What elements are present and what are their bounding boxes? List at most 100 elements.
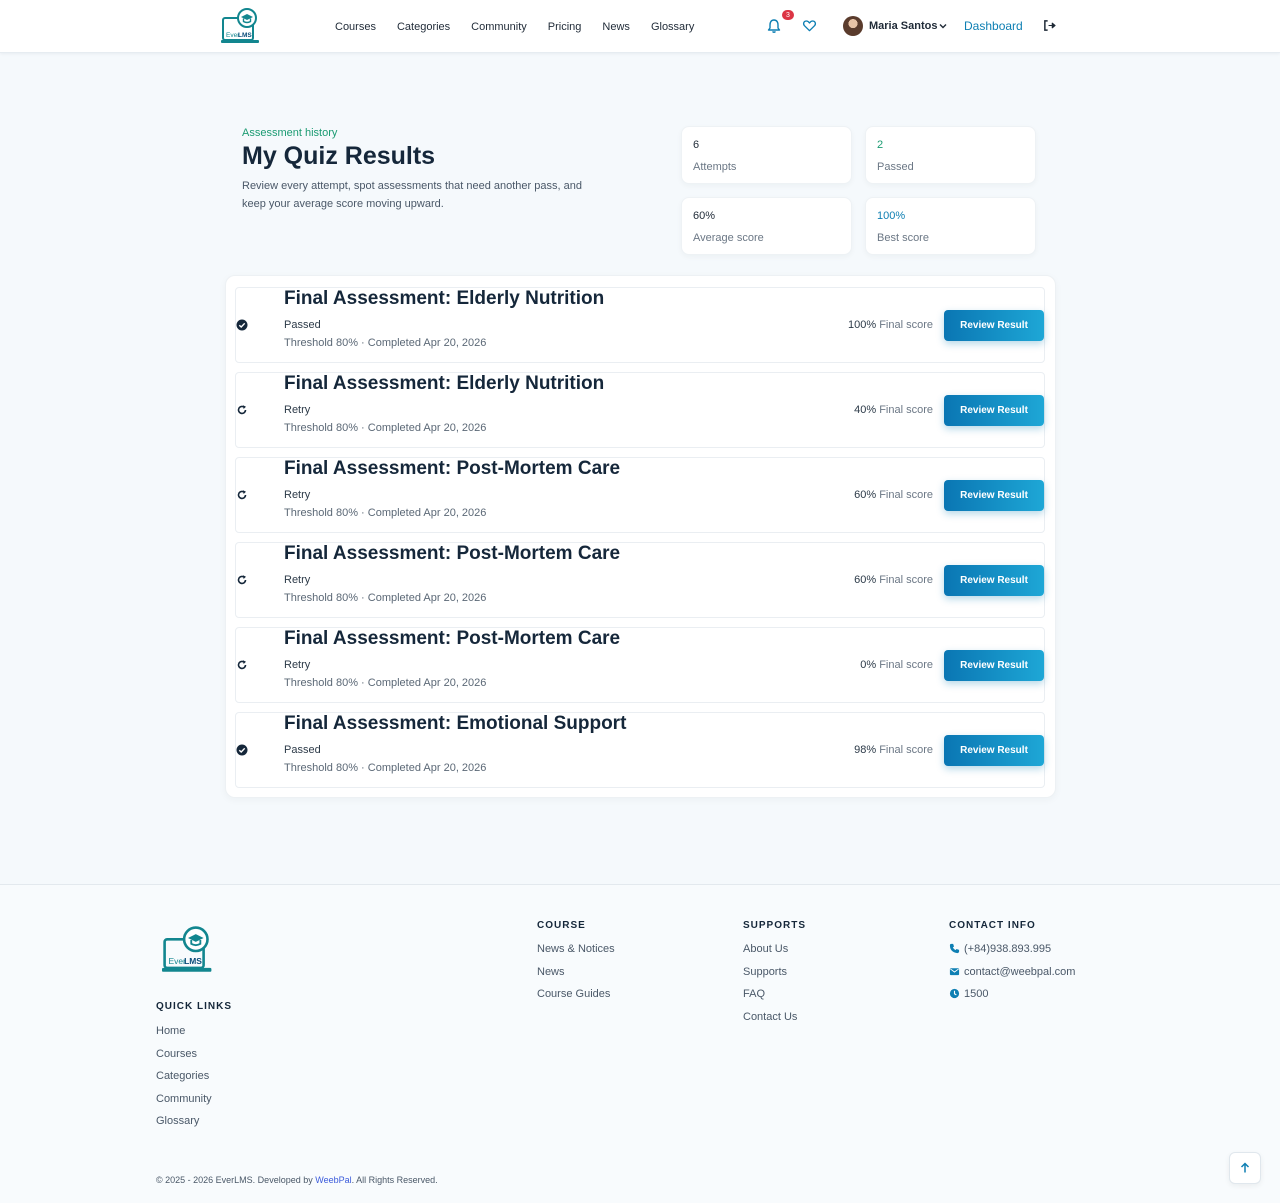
score-label: Final score bbox=[879, 659, 933, 671]
contact-hours: 1500 bbox=[949, 986, 1075, 1009]
nav-courses[interactable]: Courses bbox=[335, 21, 376, 33]
score-value: 100% bbox=[848, 319, 877, 331]
score-label: Final score bbox=[879, 319, 933, 331]
review-result-button[interactable]: Review Result bbox=[944, 310, 1044, 341]
review-result-button[interactable]: Review Result bbox=[944, 565, 1044, 596]
svg-text:LMS: LMS bbox=[238, 32, 252, 39]
result-meta: Threshold 80% · Completed Apr 20, 2026 bbox=[284, 337, 487, 349]
stat-value: 60% bbox=[693, 210, 716, 222]
score-label: Final score bbox=[879, 744, 933, 756]
nav-pricing[interactable]: Pricing bbox=[548, 21, 582, 33]
score-value: 60% bbox=[854, 489, 877, 501]
footer-link-courses[interactable]: Courses bbox=[156, 1046, 212, 1069]
footer-link-news-notices[interactable]: News & Notices bbox=[537, 941, 615, 964]
arrow-up-icon bbox=[1240, 1162, 1250, 1173]
result-score: 100% Final score bbox=[848, 319, 933, 331]
copyright: © 2025 - 2026 EverLMS. Developed by Weeb… bbox=[156, 1175, 438, 1185]
retry-icon bbox=[237, 490, 247, 500]
result-meta: Threshold 80% · Completed Apr 20, 2026 bbox=[284, 592, 487, 604]
footer-link-supports[interactable]: Supports bbox=[743, 964, 797, 987]
result-row: Final Assessment: Elderly Nutrition Retr… bbox=[235, 372, 1045, 448]
footer-link-home[interactable]: Home bbox=[156, 1023, 212, 1046]
result-score: 0% Final score bbox=[860, 659, 933, 671]
review-result-button[interactable]: Review Result bbox=[944, 480, 1044, 511]
stat-passed: 2 Passed bbox=[865, 126, 1036, 184]
check-circle-icon bbox=[236, 319, 248, 331]
result-row: Final Assessment: Emotional Support Pass… bbox=[235, 712, 1045, 788]
stat-label: Average score bbox=[693, 232, 764, 244]
stat-label: Best score bbox=[877, 232, 929, 244]
nav-community[interactable]: Community bbox=[471, 21, 527, 33]
nav-news[interactable]: News bbox=[602, 21, 630, 33]
footer-link-contact-us[interactable]: Contact Us bbox=[743, 1009, 797, 1032]
review-result-button[interactable]: Review Result bbox=[944, 735, 1044, 766]
result-meta: Threshold 80% · Completed Apr 20, 2026 bbox=[284, 422, 487, 434]
retry-icon bbox=[237, 660, 247, 670]
result-row: Final Assessment: Post-Mortem Care Retry… bbox=[235, 542, 1045, 618]
result-score: 60% Final score bbox=[854, 574, 933, 586]
footer-link-course-guides[interactable]: Course Guides bbox=[537, 986, 615, 1009]
result-row: Final Assessment: Post-Mortem Care Retry… bbox=[235, 457, 1045, 533]
result-row: Final Assessment: Elderly Nutrition Pass… bbox=[235, 287, 1045, 363]
result-status: Passed bbox=[284, 319, 321, 331]
result-meta: Threshold 80% · Completed Apr 20, 2026 bbox=[284, 507, 487, 519]
stat-label: Attempts bbox=[693, 161, 737, 173]
contact-email[interactable]: contact@weebpal.com bbox=[949, 964, 1075, 987]
result-title: Final Assessment: Elderly Nutrition bbox=[284, 288, 605, 309]
nav-categories[interactable]: Categories bbox=[397, 21, 450, 33]
quick-links-heading: QUICK LINKS bbox=[156, 1001, 232, 1012]
result-meta: Threshold 80% · Completed Apr 20, 2026 bbox=[284, 677, 487, 689]
result-meta: Threshold 80% · Completed Apr 20, 2026 bbox=[284, 762, 487, 774]
stat-best-score: 100% Best score bbox=[865, 197, 1036, 255]
stat-label: Passed bbox=[877, 161, 914, 173]
nav-glossary[interactable]: Glossary bbox=[651, 21, 694, 33]
chevron-down-icon[interactable] bbox=[938, 21, 948, 31]
footer-link-community[interactable]: Community bbox=[156, 1091, 212, 1114]
result-title: Final Assessment: Elderly Nutrition bbox=[284, 373, 605, 394]
everlms-logo[interactable]: Ever LMS bbox=[221, 8, 261, 46]
score-value: 40% bbox=[854, 404, 877, 416]
stat-value: 6 bbox=[693, 139, 700, 151]
review-result-button[interactable]: Review Result bbox=[944, 395, 1044, 426]
clock-icon bbox=[949, 989, 960, 999]
footer-link-glossary[interactable]: Glossary bbox=[156, 1113, 212, 1136]
weebpal-link[interactable]: WeebPal bbox=[315, 1175, 351, 1185]
result-title: Final Assessment: Post-Mortem Care bbox=[284, 458, 621, 479]
result-title: Final Assessment: Post-Mortem Care bbox=[284, 543, 621, 564]
result-status: Retry bbox=[284, 659, 311, 671]
logout-icon[interactable] bbox=[1043, 19, 1056, 32]
supports-links-list: About Us Supports FAQ Contact Us bbox=[743, 941, 797, 1031]
retry-icon bbox=[237, 405, 247, 415]
footer-link-faq[interactable]: FAQ bbox=[743, 986, 797, 1009]
copyright-prefix: © 2025 - 2026 EverLMS. Developed by bbox=[156, 1175, 313, 1185]
footer-link-about-us[interactable]: About Us bbox=[743, 941, 797, 964]
review-result-button[interactable]: Review Result bbox=[944, 650, 1044, 681]
contact-info-list: (+84)938.893.995 contact@weebpal.com 150… bbox=[949, 941, 1075, 1009]
footer-link-news[interactable]: News bbox=[537, 964, 615, 987]
main-nav: Courses Categories Community Pricing New… bbox=[335, 0, 715, 53]
result-status: Retry bbox=[284, 404, 311, 416]
everlms-footer-logo[interactable]: Ever LMS bbox=[162, 926, 214, 976]
course-links-list: News & Notices News Course Guides bbox=[537, 941, 615, 1009]
stat-value: 100% bbox=[877, 210, 906, 222]
heart-icon[interactable] bbox=[802, 18, 817, 33]
page-title: My Quiz Results bbox=[242, 142, 436, 170]
contact-email-text: contact@weebpal.com bbox=[964, 965, 1076, 978]
stat-value: 2 bbox=[877, 139, 884, 151]
bell-icon[interactable] bbox=[766, 18, 782, 34]
user-name[interactable]: Maria Santos bbox=[869, 20, 937, 32]
phone-icon bbox=[949, 943, 960, 954]
user-avatar[interactable] bbox=[843, 16, 863, 36]
contact-heading: CONTACT INFO bbox=[949, 920, 1036, 931]
dashboard-link[interactable]: Dashboard bbox=[964, 19, 1023, 33]
contact-phone[interactable]: (+84)938.893.995 bbox=[949, 941, 1075, 964]
score-label: Final score bbox=[879, 489, 933, 501]
score-label: Final score bbox=[879, 404, 933, 416]
retry-icon bbox=[237, 575, 247, 585]
stat-attempts: 6 Attempts bbox=[681, 126, 852, 184]
quick-links-list: Home Courses Categories Community Glossa… bbox=[156, 1023, 212, 1136]
back-to-top-button[interactable] bbox=[1229, 1152, 1261, 1184]
footer-link-categories[interactable]: Categories bbox=[156, 1068, 212, 1091]
envelope-icon bbox=[949, 967, 960, 975]
eyebrow-label: Assessment history bbox=[242, 127, 338, 139]
